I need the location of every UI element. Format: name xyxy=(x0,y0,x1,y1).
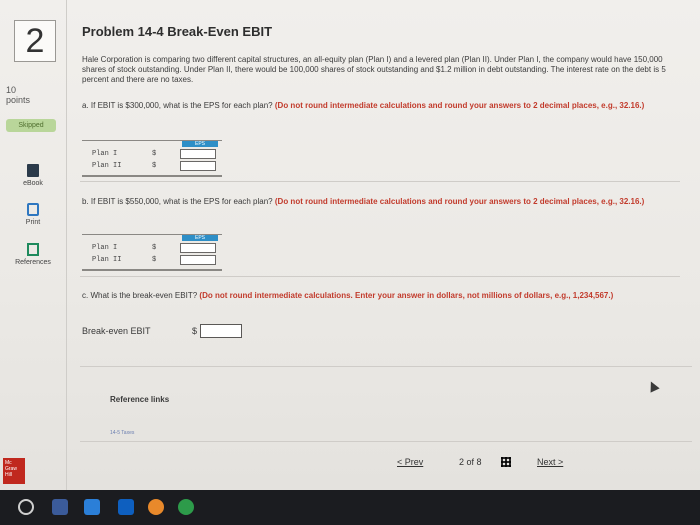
part-a-text: a. If EBIT is $300,000, what is the EPS … xyxy=(82,101,273,110)
reference-link[interactable]: 14-5 Taxes xyxy=(110,430,134,436)
prev-button[interactable]: < Prev xyxy=(397,455,423,469)
table-row: Plan II $ xyxy=(92,254,222,266)
part-a-question: a. If EBIT is $300,000, what is the EPS … xyxy=(82,100,682,111)
part-b-plan-2-eps-input[interactable] xyxy=(180,255,216,265)
question-number: 2 xyxy=(14,20,56,62)
ebook-label: eBook xyxy=(23,180,43,187)
file-explorer-icon[interactable] xyxy=(84,499,100,515)
chrome-icon[interactable] xyxy=(178,499,194,515)
row-label: Plan I xyxy=(92,244,118,252)
divider xyxy=(80,441,692,442)
currency-symbol: $ xyxy=(152,256,157,264)
points-info: 10 points xyxy=(6,85,30,105)
row-label: Plan I xyxy=(92,150,118,158)
taskbar xyxy=(0,490,700,525)
next-button[interactable]: Next > xyxy=(537,455,563,469)
question-sidebar: 2 10 points Skipped eBook Print Referenc… xyxy=(0,0,67,490)
references-button[interactable]: References xyxy=(4,243,62,266)
store-icon[interactable] xyxy=(118,499,134,515)
break-even-ebit-input[interactable] xyxy=(200,324,242,338)
part-a-eps-table: EPS Plan I $ Plan II $ xyxy=(82,140,222,177)
references-icon xyxy=(27,243,39,256)
reference-links-heading: Reference links xyxy=(110,395,170,404)
printer-icon xyxy=(27,203,39,216)
divider xyxy=(80,181,680,182)
divider xyxy=(80,366,692,367)
task-view-icon[interactable] xyxy=(52,499,68,515)
part-a-plan-1-eps-input[interactable] xyxy=(180,149,216,159)
part-b-text: b. If EBIT is $550,000, what is the EPS … xyxy=(82,197,273,206)
part-a-plan-2-eps-input[interactable] xyxy=(180,161,216,171)
part-c-text: c. What is the break-even EBIT? xyxy=(82,291,198,300)
break-even-label: Break-even EBIT xyxy=(82,326,151,336)
eps-header: EPS xyxy=(182,141,218,147)
currency-symbol: $ xyxy=(152,244,157,252)
divider xyxy=(80,276,680,277)
part-a-instruction: (Do not round intermediate calculations … xyxy=(274,101,645,110)
problem-title: Problem 14-4 Break-Even EBIT xyxy=(82,24,273,39)
page-status: 2 of 8 xyxy=(459,457,482,467)
mouse-cursor-icon xyxy=(646,379,660,393)
part-b-eps-table: EPS Plan I $ Plan II $ xyxy=(82,234,222,271)
book-icon xyxy=(27,164,39,177)
part-c-instruction: (Do not round intermediate calculations.… xyxy=(199,291,614,300)
app-window: 2 10 points Skipped eBook Print Referenc… xyxy=(0,0,700,490)
part-b-instruction: (Do not round intermediate calculations … xyxy=(274,197,645,206)
part-b-plan-1-eps-input[interactable] xyxy=(180,243,216,253)
currency-symbol: $ xyxy=(152,162,157,170)
question-grid-icon[interactable] xyxy=(501,457,511,467)
print-button[interactable]: Print xyxy=(4,203,62,226)
points-value: 10 xyxy=(6,85,17,95)
mcgraw-hill-logo: Mc Graw Hill xyxy=(3,458,25,484)
status-badge: Skipped xyxy=(6,119,56,132)
ebook-button[interactable]: eBook xyxy=(4,164,62,187)
table-row: Plan I $ xyxy=(92,148,222,160)
references-label: References xyxy=(15,259,51,266)
part-c-question: c. What is the break-even EBIT? (Do not … xyxy=(82,290,682,301)
problem-intro: Hale Corporation is comparing two differ… xyxy=(82,55,666,84)
row-label: Plan II xyxy=(92,162,122,170)
table-row: Plan I $ xyxy=(92,242,222,254)
currency-symbol: $ xyxy=(152,150,157,158)
part-b-question: b. If EBIT is $550,000, what is the EPS … xyxy=(82,196,682,207)
table-row: Plan II $ xyxy=(92,160,222,172)
cortana-icon[interactable] xyxy=(18,499,34,515)
points-label: points xyxy=(6,95,31,105)
currency-symbol: $ xyxy=(192,326,198,336)
firefox-icon[interactable] xyxy=(148,499,164,515)
eps-header: EPS xyxy=(182,235,218,241)
row-label: Plan II xyxy=(92,256,122,264)
print-label: Print xyxy=(25,219,41,226)
